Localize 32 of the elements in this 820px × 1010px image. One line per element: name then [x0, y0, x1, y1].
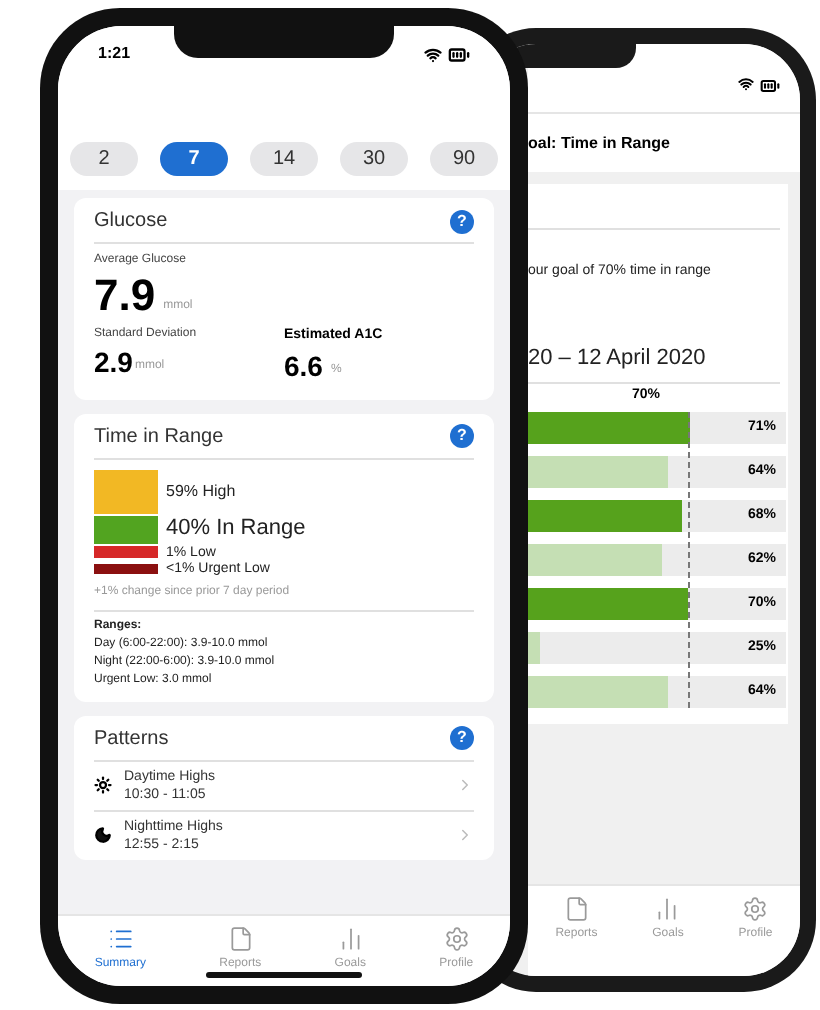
card-title: Time in Range: [94, 423, 224, 451]
chevron-right-icon: [456, 776, 474, 794]
help-button[interactable]: ?: [450, 424, 474, 448]
bar-chart-icon: [337, 926, 364, 952]
period-button[interactable]: 7: [160, 142, 228, 176]
sun-icon: [94, 776, 112, 794]
battery-icon: [448, 43, 470, 65]
document-icon: [227, 926, 254, 952]
period-button[interactable]: 2: [70, 142, 138, 176]
period-button[interactable]: 90: [430, 142, 498, 176]
help-button[interactable]: ?: [450, 209, 474, 233]
status-time: 1:21: [98, 42, 131, 66]
range-label: 40% In Range: [166, 518, 306, 540]
range-label: 59% High: [166, 483, 236, 499]
a1c-value: 6.6: [284, 347, 323, 383]
wifi-icon: [738, 76, 754, 92]
deviation-value: 2.9: [94, 344, 133, 380]
period-button[interactable]: 30: [340, 142, 408, 176]
card-title: Patterns: [94, 725, 169, 753]
bar-chart-icon: [654, 896, 681, 922]
wifi-icon: [424, 45, 442, 63]
chevron-right-icon: [456, 826, 474, 844]
period-button[interactable]: 14: [250, 142, 318, 176]
moon-icon: [94, 826, 112, 844]
screen-title: oal: Time in Range: [528, 131, 670, 155]
help-button[interactable]: ?: [450, 726, 474, 750]
settings-icon: [443, 926, 470, 952]
settings-icon: [742, 896, 769, 922]
card-title: Glucose: [94, 208, 168, 236]
battery-icon: [760, 76, 780, 96]
average-value: 7.9: [94, 270, 156, 322]
document-icon: [563, 896, 590, 922]
